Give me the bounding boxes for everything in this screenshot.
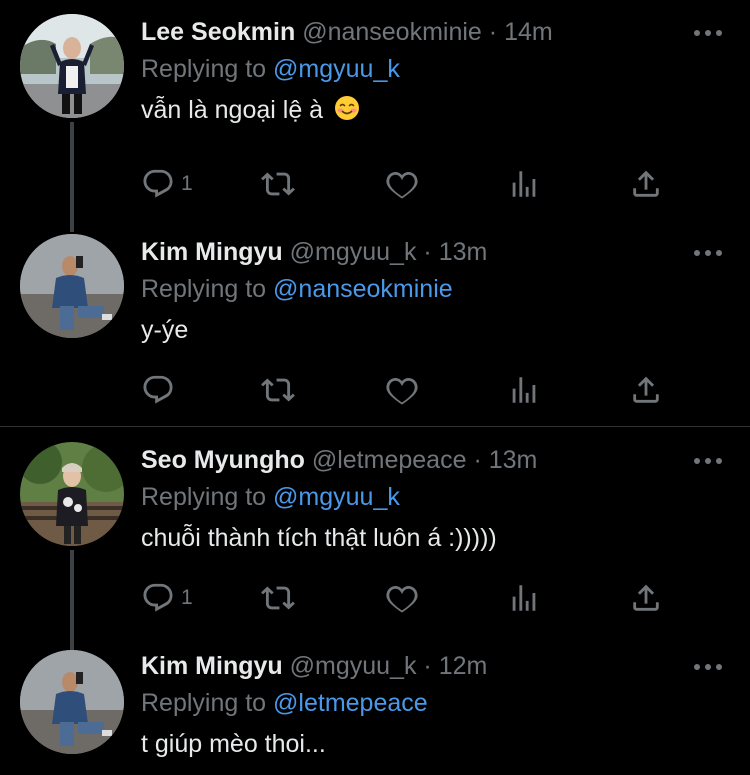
- user-handle[interactable]: @mgyuu_k: [290, 652, 417, 680]
- avatar[interactable]: [20, 650, 124, 754]
- tweet-3[interactable]: Seo Myungho @letmepeace · 13m Replying t…: [0, 428, 750, 654]
- thread-line: [70, 122, 74, 232]
- replying-prefix: Replying to: [141, 55, 267, 83]
- display-name[interactable]: Kim Mingyu: [141, 238, 283, 266]
- tweet-actions: [141, 370, 671, 410]
- replying-to: Replying to @mgyuu_k: [141, 52, 400, 86]
- reply-button[interactable]: 1: [141, 578, 193, 618]
- avatar[interactable]: [20, 234, 124, 338]
- like-button[interactable]: [385, 578, 419, 618]
- mention-link[interactable]: @mgyuu_k: [273, 483, 400, 511]
- share-icon: [629, 581, 663, 615]
- share-icon: [629, 167, 663, 201]
- mention-link[interactable]: @nanseokminie: [273, 275, 453, 303]
- replying-to: Replying to @letmepeace: [141, 686, 428, 720]
- analytics-button[interactable]: [507, 164, 541, 204]
- share-button[interactable]: [629, 578, 663, 618]
- retweet-button[interactable]: [261, 370, 295, 410]
- like-button[interactable]: [385, 370, 419, 410]
- tweet-text-content: vẫn là ngoại lệ à: [141, 96, 324, 124]
- mention-link[interactable]: @letmepeace: [273, 689, 428, 717]
- mention-link[interactable]: @mgyuu_k: [273, 55, 400, 83]
- separator: ·: [488, 18, 498, 46]
- avatar-image: [20, 650, 124, 754]
- more-icon[interactable]: [694, 30, 722, 36]
- tweet-4[interactable]: Kim Mingyu @mgyuu_k · 12m Replying to @l…: [0, 634, 750, 775]
- avatar-image: [20, 14, 124, 118]
- user-handle[interactable]: @letmepeace: [312, 446, 467, 474]
- more-icon[interactable]: [694, 458, 722, 464]
- tweet-text-content: t giúp mèo thoi...: [141, 730, 326, 758]
- retweet-icon: [261, 581, 295, 615]
- display-name[interactable]: Seo Myungho: [141, 446, 305, 474]
- separator: ·: [423, 238, 432, 266]
- display-name[interactable]: Lee Seokmin: [141, 18, 295, 46]
- tweet-2[interactable]: Kim Mingyu @mgyuu_k · 13m Replying to @n…: [0, 220, 750, 426]
- tweet-header: Seo Myungho @letmepeace · 13m: [141, 442, 537, 478]
- tweet-text-content: chuỗi thành tích thật luôn á :))))): [141, 524, 497, 552]
- tweet-text: t giúp mèo thoi...: [141, 726, 326, 762]
- retweet-icon: [261, 373, 295, 407]
- reply-icon: [141, 581, 175, 615]
- replying-prefix: Replying to: [141, 275, 267, 303]
- replying-prefix: Replying to: [141, 689, 267, 717]
- user-handle[interactable]: @mgyuu_k: [290, 238, 417, 266]
- retweet-button[interactable]: [261, 578, 295, 618]
- analytics-icon: [507, 373, 541, 407]
- share-button[interactable]: [629, 370, 663, 410]
- reply-button[interactable]: 1: [141, 164, 193, 204]
- reply-icon: [141, 167, 175, 201]
- smiling-face-with-blush-icon: [335, 96, 360, 120]
- analytics-icon: [507, 167, 541, 201]
- more-icon[interactable]: [694, 664, 722, 670]
- retweet-button[interactable]: [261, 164, 295, 204]
- tweet-header: Kim Mingyu @mgyuu_k · 12m: [141, 648, 487, 684]
- share-button[interactable]: [629, 164, 663, 204]
- like-icon: [385, 581, 419, 615]
- user-handle[interactable]: @nanseokminie: [302, 18, 482, 46]
- like-icon: [385, 167, 419, 201]
- tweet-header: Lee Seokmin @nanseokminie · 14m: [141, 14, 553, 50]
- avatar-image: [20, 442, 124, 546]
- tweet-text: chuỗi thành tích thật luôn á :))))): [141, 520, 497, 556]
- avatar-image: [20, 234, 124, 338]
- replying-to: Replying to @mgyuu_k: [141, 480, 400, 514]
- timestamp[interactable]: 14m: [504, 18, 553, 46]
- like-button[interactable]: [385, 164, 419, 204]
- analytics-icon: [507, 581, 541, 615]
- thread-divider: [0, 426, 750, 427]
- replying-prefix: Replying to: [141, 483, 267, 511]
- tweet-header: Kim Mingyu @mgyuu_k · 13m: [141, 234, 487, 270]
- reply-count: 1: [181, 586, 193, 609]
- like-icon: [385, 373, 419, 407]
- reply-count: 1: [181, 172, 193, 195]
- display-name[interactable]: Kim Mingyu: [141, 652, 283, 680]
- reply-button[interactable]: [141, 370, 181, 410]
- tweet-text: y-ýe: [141, 312, 188, 348]
- separator: ·: [423, 652, 432, 680]
- more-icon[interactable]: [694, 250, 722, 256]
- analytics-button[interactable]: [507, 578, 541, 618]
- avatar[interactable]: [20, 442, 124, 546]
- avatar[interactable]: [20, 14, 124, 118]
- tweet-text: vẫn là ngoại lệ à: [141, 92, 360, 128]
- timestamp[interactable]: 13m: [489, 446, 538, 474]
- reply-icon: [141, 373, 175, 407]
- retweet-icon: [261, 167, 295, 201]
- replying-to: Replying to @nanseokminie: [141, 272, 453, 306]
- tweet-actions: 1: [141, 578, 671, 618]
- tweet-1[interactable]: Lee Seokmin @nanseokminie · 14m Replying…: [0, 0, 750, 232]
- analytics-button[interactable]: [507, 370, 541, 410]
- timestamp[interactable]: 12m: [439, 652, 488, 680]
- tweet-text-content: y-ýe: [141, 316, 189, 344]
- tweet-actions: 1: [141, 164, 671, 204]
- timestamp[interactable]: 13m: [439, 238, 488, 266]
- share-icon: [629, 373, 663, 407]
- separator: ·: [473, 446, 482, 474]
